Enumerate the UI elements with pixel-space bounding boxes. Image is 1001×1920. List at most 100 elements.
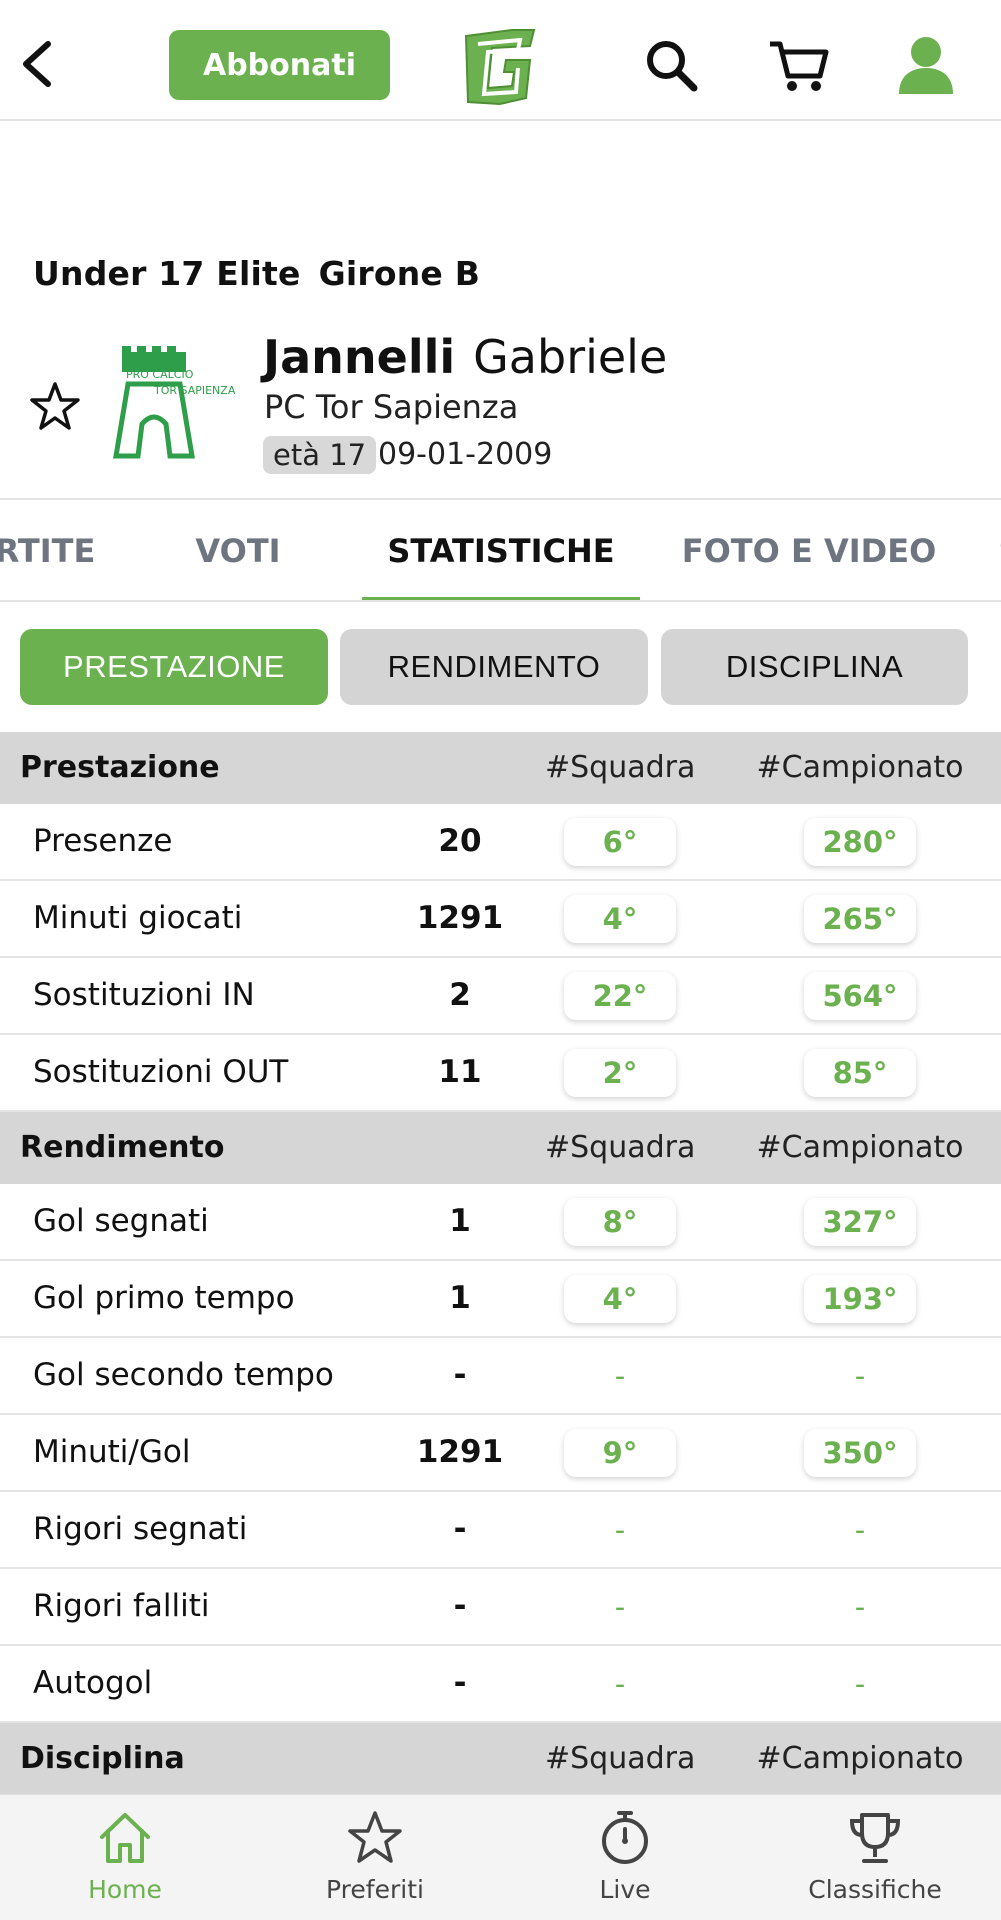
stat-label: Sostituzioni OUT [33, 1054, 289, 1090]
stat-label: Rigori segnati [33, 1511, 248, 1547]
table-row: Sostituzioni OUT 11 2° 85° [0, 1035, 1001, 1112]
team-rank: - [614, 1667, 626, 1701]
team-rank: 22° [564, 972, 676, 1020]
section-header: Rendimento #Squadra #Campionato [0, 1112, 1001, 1184]
stat-label: Gol primo tempo [33, 1280, 295, 1316]
table-row: Autogol - - - [0, 1646, 1001, 1723]
tab-next[interactable]: S [990, 500, 1001, 600]
club-logo: PRO CALCIO TOR SAPIENZA [113, 346, 236, 459]
tab-bar: RTITE VOTI STATISTICHE FOTO E VIDEO S [0, 498, 1001, 602]
column-header-league: #Campionato [756, 750, 964, 785]
league-name: Under 17 Elite [33, 254, 301, 293]
stat-value: - [453, 1665, 467, 1701]
star-icon [348, 1811, 402, 1863]
stopwatch-icon [602, 1811, 648, 1864]
segment-disciplina[interactable]: DISCIPLINA [661, 629, 968, 705]
stat-label: Sostituzioni IN [33, 977, 255, 1013]
home-icon [100, 1813, 150, 1863]
league-rank: 350° [804, 1429, 916, 1477]
league-rank: 265° [804, 895, 916, 943]
player-last-name: Jannelli [263, 330, 456, 384]
nav-item-classifiche[interactable]: Classifiche [750, 1795, 1000, 1920]
user-icon[interactable] [895, 34, 957, 96]
stat-value: - [453, 1511, 467, 1547]
league-title: Under 17 Elite Girone B [33, 254, 480, 293]
table-row: Minuti/Gol 1291 9° 350° [0, 1415, 1001, 1492]
stat-label: Gol secondo tempo [33, 1357, 334, 1393]
segment-prestazione[interactable]: PRESTAZIONE [20, 629, 328, 705]
stat-label: Presenze [33, 823, 173, 859]
league-rank: 564° [804, 972, 916, 1020]
subscribe-button[interactable]: Abbonati [169, 30, 390, 100]
league-group: Girone B [318, 254, 481, 293]
app-logo-icon[interactable] [460, 24, 540, 108]
section-header: Prestazione #Squadra #Campionato [0, 732, 1001, 804]
table-row: Gol segnati 1 8° 327° [0, 1184, 1001, 1261]
table-row: Rigori falliti - - - [0, 1569, 1001, 1646]
stat-value: 1 [449, 1280, 471, 1316]
stat-label: Rigori falliti [33, 1588, 210, 1624]
section-header: Disciplina #Squadra #Campionato [0, 1723, 1001, 1795]
team-rank: 8° [564, 1198, 676, 1246]
cart-icon[interactable] [768, 38, 830, 94]
top-bar: Abbonati [0, 0, 1001, 121]
section-title: Rendimento [20, 1130, 225, 1165]
trophy-icon [849, 1813, 901, 1863]
stat-value: 11 [438, 1054, 482, 1090]
column-header-league: #Campionato [756, 1741, 964, 1776]
search-icon[interactable] [642, 36, 700, 94]
team-rank: 4° [564, 895, 676, 943]
bottom-nav: Home Preferiti Live Classifiche [0, 1794, 1001, 1920]
stat-label: Autogol [33, 1665, 153, 1701]
league-rank: 193° [804, 1275, 916, 1323]
favorite-star-icon[interactable] [28, 380, 82, 434]
team-rank: 6° [564, 818, 676, 866]
table-row: Minuti giocati 1291 4° 265° [0, 881, 1001, 958]
league-rank: - [854, 1590, 866, 1624]
team-rank: - [614, 1590, 626, 1624]
nav-item-home[interactable]: Home [0, 1795, 250, 1920]
league-rank: - [854, 1667, 866, 1701]
table-row: Gol secondo tempo - - - [0, 1338, 1001, 1415]
table-row: Gol primo tempo 1 4° 193° [0, 1261, 1001, 1338]
stat-value: 20 [438, 823, 482, 859]
table-row: Presenze 20 6° 280° [0, 804, 1001, 881]
tab-foto-video[interactable]: FOTO E VIDEO [668, 500, 950, 600]
back-icon[interactable] [14, 36, 62, 92]
stat-value: 2 [449, 977, 471, 1013]
player-club[interactable]: PC Tor Sapienza [264, 388, 518, 426]
column-header-team: #Squadra [545, 1741, 696, 1776]
nav-label: Home [88, 1875, 162, 1904]
age-badge: età 17 [263, 436, 377, 474]
nav-item-live[interactable]: Live [500, 1795, 750, 1920]
team-rank: 4° [564, 1275, 676, 1323]
column-header-team: #Squadra [545, 1130, 696, 1165]
stat-value: 1291 [416, 900, 504, 936]
nav-label: Preferiti [326, 1875, 424, 1904]
section-title: Disciplina [20, 1741, 185, 1776]
stat-value: - [453, 1588, 467, 1624]
stat-value: 1291 [416, 1434, 504, 1470]
club-logo-text-1: PRO CALCIO [126, 368, 194, 381]
player-name: Jannelli Gabriele [263, 330, 667, 384]
column-header-team: #Squadra [545, 750, 696, 785]
team-rank: - [614, 1359, 626, 1393]
stat-value: - [453, 1357, 467, 1393]
league-rank: 85° [804, 1049, 916, 1097]
segment-rendimento[interactable]: RENDIMENTO [340, 629, 648, 705]
section-title: Prestazione [20, 750, 220, 785]
nav-item-preferiti[interactable]: Preferiti [250, 1795, 500, 1920]
tab-statistiche[interactable]: STATISTICHE [362, 500, 640, 600]
club-logo-text-2: TOR SAPIENZA [153, 384, 236, 397]
tab-partite[interactable]: RTITE [0, 500, 100, 600]
table-row: Rigori segnati - - - [0, 1492, 1001, 1569]
team-rank: - [614, 1513, 626, 1547]
stat-label: Minuti/Gol [33, 1434, 191, 1470]
league-rank: 327° [804, 1198, 916, 1246]
player-first-name: Gabriele [473, 330, 668, 384]
league-rank: 280° [804, 818, 916, 866]
league-rank: - [854, 1359, 866, 1393]
table-row: Sostituzioni IN 2 22° 564° [0, 958, 1001, 1035]
stat-label: Gol segnati [33, 1203, 209, 1239]
tab-voti[interactable]: VOTI [178, 500, 298, 600]
